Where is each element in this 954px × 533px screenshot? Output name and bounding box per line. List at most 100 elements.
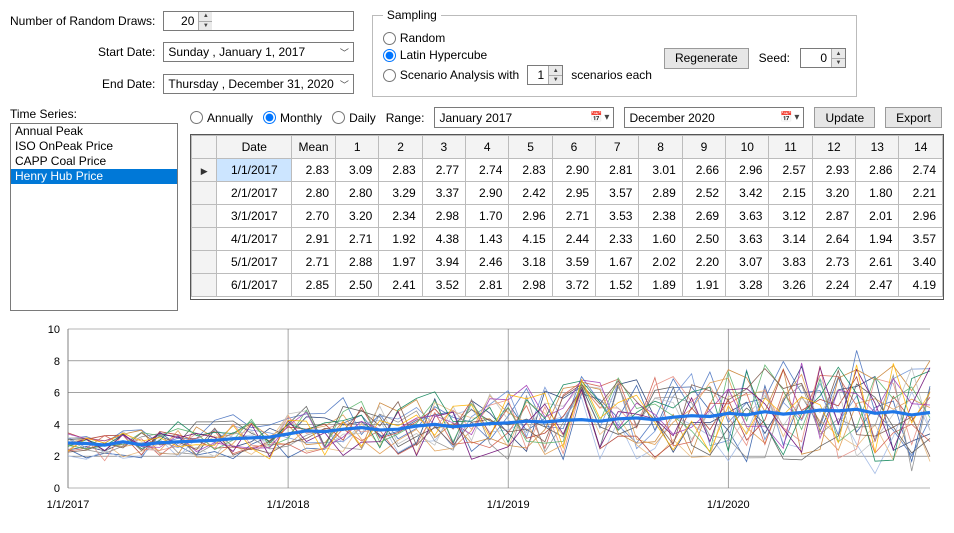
cell-value[interactable]: 2.74 [899,159,943,182]
seed-input[interactable] [801,51,831,65]
cell-value[interactable]: 3.12 [769,205,812,228]
cell-value[interactable]: 3.26 [769,274,812,297]
cell-mean[interactable]: 2.80 [292,182,336,205]
cell-value[interactable]: 2.42 [509,182,552,205]
cell-value[interactable]: 2.34 [379,205,422,228]
draws-spinner[interactable]: ▲▼ [163,11,353,31]
scenario-count-spinner[interactable]: ▲▼ [527,65,563,85]
cell-value[interactable]: 4.15 [509,228,552,251]
draws-up-icon[interactable]: ▲ [198,12,212,21]
draws-input[interactable] [164,14,198,28]
column-header[interactable]: 7 [596,136,639,159]
row-header[interactable] [192,274,217,297]
cell-value[interactable]: 2.90 [552,159,595,182]
cell-value[interactable]: 1.43 [466,228,509,251]
cell-value[interactable]: 2.41 [379,274,422,297]
cell-value[interactable]: 2.50 [682,228,725,251]
cell-mean[interactable]: 2.71 [292,251,336,274]
cell-value[interactable]: 2.96 [509,205,552,228]
cell-value[interactable]: 2.95 [552,182,595,205]
column-header[interactable]: 6 [552,136,595,159]
cell-value[interactable]: 2.71 [552,205,595,228]
cell-value[interactable]: 3.01 [639,159,682,182]
cell-value[interactable]: 3.37 [422,182,465,205]
cell-value[interactable]: 1.52 [596,274,639,297]
cell-value[interactable]: 3.09 [336,159,379,182]
export-button[interactable]: Export [885,107,942,128]
sampling-random-radio[interactable]: Random [383,31,445,45]
spin-down-icon[interactable]: ▼ [548,75,562,84]
range-from-combo[interactable]: January 2017 📅▾ [434,107,614,128]
cell-date[interactable]: 6/1/2017 [217,274,292,297]
column-header[interactable]: 1 [336,136,379,159]
cell-value[interactable]: 2.33 [596,228,639,251]
end-date-combo[interactable]: Thursday , December 31, 2020 ﹀ [163,74,353,94]
cell-value[interactable]: 2.47 [856,274,899,297]
cell-value[interactable]: 3.07 [726,251,769,274]
cell-value[interactable]: 2.86 [856,159,899,182]
cell-value[interactable]: 2.64 [812,228,855,251]
cell-value[interactable]: 2.24 [812,274,855,297]
freq-daily-radio[interactable]: Daily [332,111,376,125]
cell-value[interactable]: 3.20 [336,205,379,228]
cell-value[interactable]: 3.40 [899,251,943,274]
cell-value[interactable]: 2.73 [812,251,855,274]
cell-mean[interactable]: 2.85 [292,274,336,297]
cell-value[interactable]: 2.96 [899,205,943,228]
column-header[interactable]: 3 [422,136,465,159]
update-button[interactable]: Update [814,107,875,128]
cell-date[interactable]: 5/1/2017 [217,251,292,274]
column-header[interactable]: 8 [639,136,682,159]
column-header[interactable]: Date [217,136,292,159]
cell-value[interactable]: 1.91 [682,274,725,297]
column-header[interactable]: 9 [682,136,725,159]
spin-down-icon[interactable]: ▼ [831,58,845,67]
time-series-list[interactable]: Annual PeakISO OnPeak PriceCAPP Coal Pri… [10,123,178,311]
cell-value[interactable]: 2.90 [466,182,509,205]
cell-value[interactable]: 2.69 [682,205,725,228]
column-header[interactable]: 4 [466,136,509,159]
cell-mean[interactable]: 2.91 [292,228,336,251]
cell-value[interactable]: 2.83 [379,159,422,182]
cell-value[interactable]: 3.63 [726,205,769,228]
cell-value[interactable]: 2.02 [639,251,682,274]
time-series-item[interactable]: CAPP Coal Price [11,154,177,169]
cell-mean[interactable]: 2.83 [292,159,336,182]
row-header[interactable] [192,251,217,274]
cell-value[interactable]: 3.94 [422,251,465,274]
cell-value[interactable]: 1.67 [596,251,639,274]
cell-value[interactable]: 3.63 [726,228,769,251]
cell-value[interactable]: 3.29 [379,182,422,205]
seed-spinner[interactable]: ▲▼ [800,48,846,68]
spin-up-icon[interactable]: ▲ [831,49,845,58]
cell-value[interactable]: 4.38 [422,228,465,251]
column-header[interactable]: 11 [769,136,812,159]
cell-date[interactable]: 1/1/2017 [217,159,292,182]
time-series-item[interactable]: ISO OnPeak Price [11,139,177,154]
cell-value[interactable]: 2.66 [682,159,725,182]
cell-value[interactable]: 1.94 [856,228,899,251]
column-header[interactable]: 12 [812,136,855,159]
cell-value[interactable]: 2.15 [769,182,812,205]
cell-value[interactable]: 1.97 [379,251,422,274]
cell-value[interactable]: 2.93 [812,159,855,182]
cell-date[interactable]: 3/1/2017 [217,205,292,228]
cell-value[interactable]: 1.89 [639,274,682,297]
freq-monthly-radio[interactable]: Monthly [263,111,322,125]
sampling-scenario-radio[interactable]: Scenario Analysis with [383,68,519,82]
row-header[interactable] [192,228,217,251]
cell-value[interactable]: 2.46 [466,251,509,274]
cell-value[interactable]: 2.98 [422,205,465,228]
cell-value[interactable]: 2.01 [856,205,899,228]
cell-value[interactable]: 2.50 [336,274,379,297]
cell-value[interactable]: 2.44 [552,228,595,251]
cell-value[interactable]: 2.38 [639,205,682,228]
cell-value[interactable]: 3.52 [422,274,465,297]
cell-value[interactable]: 3.59 [552,251,595,274]
regenerate-button[interactable]: Regenerate [664,48,749,69]
cell-value[interactable]: 3.18 [509,251,552,274]
row-header[interactable] [192,205,217,228]
sampling-latin-radio[interactable]: Latin Hypercube [383,48,487,62]
column-header[interactable]: 2 [379,136,422,159]
cell-value[interactable]: 2.71 [336,228,379,251]
